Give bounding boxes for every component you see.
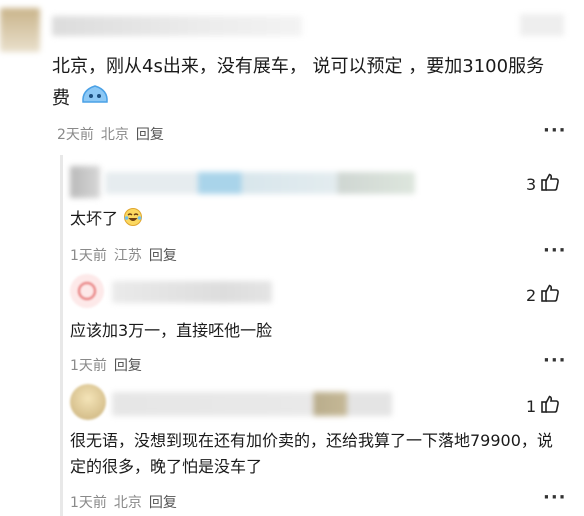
comment-time: 2天前 — [57, 127, 94, 143]
like-count: 1 — [526, 396, 537, 416]
like-button[interactable]: 2 — [526, 283, 560, 307]
comment-location: 北京 — [100, 127, 129, 143]
main-comment-body: 北京，刚从4s出来，没有展车， 说可以预定 ，要加3100服务费 — [52, 56, 545, 109]
reply-button[interactable]: 回复 — [149, 495, 177, 511]
more-options-icon[interactable]: ··· — [543, 240, 567, 261]
laughing-tears-emoji-icon — [123, 207, 143, 235]
reply-2-avatar[interactable] — [70, 274, 104, 308]
reply-button[interactable]: 回复 — [136, 127, 164, 143]
username-extra-blurred — [520, 14, 564, 36]
reply-location: 北京 — [113, 495, 142, 511]
thumbs-up-icon — [540, 394, 560, 418]
reply-2-text: 应该加3万一，直接呸他一脸 — [70, 321, 273, 340]
main-comment-meta: 2天前 北京 回复 — [57, 124, 171, 144]
thumbs-up-icon — [540, 172, 560, 196]
reply-time: 1天前 — [70, 248, 107, 264]
thumbs-up-icon — [540, 283, 560, 307]
reply-button[interactable]: 回复 — [114, 358, 142, 374]
reply-location: 江苏 — [113, 248, 142, 264]
reply-2-meta: 1天前 回复 — [70, 355, 149, 375]
more-options-icon[interactable]: ··· — [543, 487, 567, 508]
reply-3-text: 很无语，没想到现在还有加价卖的，还给我算了一下落地79900，说定的很多，晚了怕… — [70, 431, 553, 476]
thread-line — [60, 155, 63, 516]
avatar[interactable] — [0, 8, 40, 52]
reply-time: 1天前 — [70, 495, 107, 511]
reply-3-avatar[interactable] — [70, 384, 106, 420]
reply-3-meta: 1天前 北京 回复 — [70, 492, 184, 512]
emoji-blob-icon — [80, 82, 110, 116]
reply-time: 1天前 — [70, 358, 107, 374]
like-button[interactable]: 3 — [526, 172, 560, 196]
reply-2-username-blurred[interactable] — [112, 281, 272, 303]
more-options-icon[interactable]: ··· — [543, 350, 567, 371]
reply-1-body: 太坏了 — [70, 209, 119, 228]
reply-1-text: 太坏了 — [70, 206, 143, 235]
like-count: 3 — [526, 174, 537, 194]
reply-3-username-blurred[interactable] — [112, 392, 392, 416]
reply-button[interactable]: 回复 — [149, 248, 177, 264]
more-options-icon[interactable]: ··· — [543, 120, 567, 141]
main-comment-text: 北京，刚从4s出来，没有展车， 说可以预定 ，要加3100服务费 — [52, 52, 552, 116]
reply-1-meta: 1天前 江苏 回复 — [70, 245, 184, 265]
like-button[interactable]: 1 — [526, 394, 560, 418]
like-count: 2 — [526, 285, 537, 305]
username-blurred[interactable] — [52, 16, 302, 36]
reply-1-username-blurred[interactable] — [105, 172, 415, 194]
reply-1-avatar[interactable] — [70, 166, 100, 198]
